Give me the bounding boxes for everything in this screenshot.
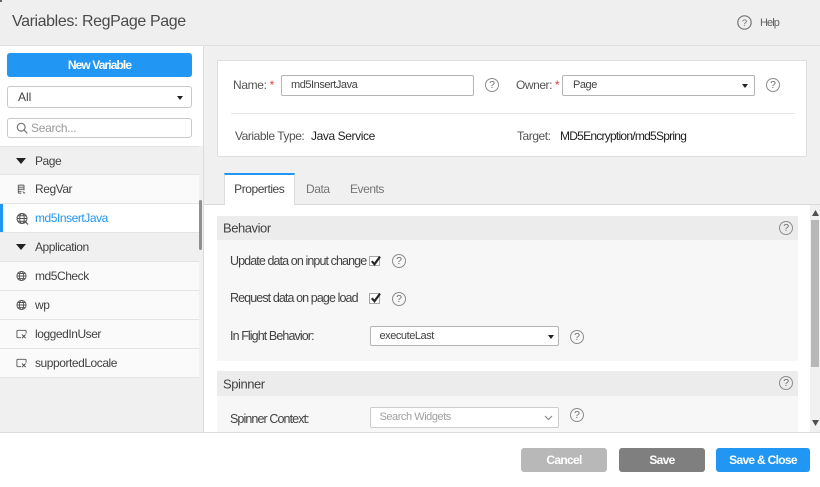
svg-text:?: ? — [742, 18, 747, 29]
